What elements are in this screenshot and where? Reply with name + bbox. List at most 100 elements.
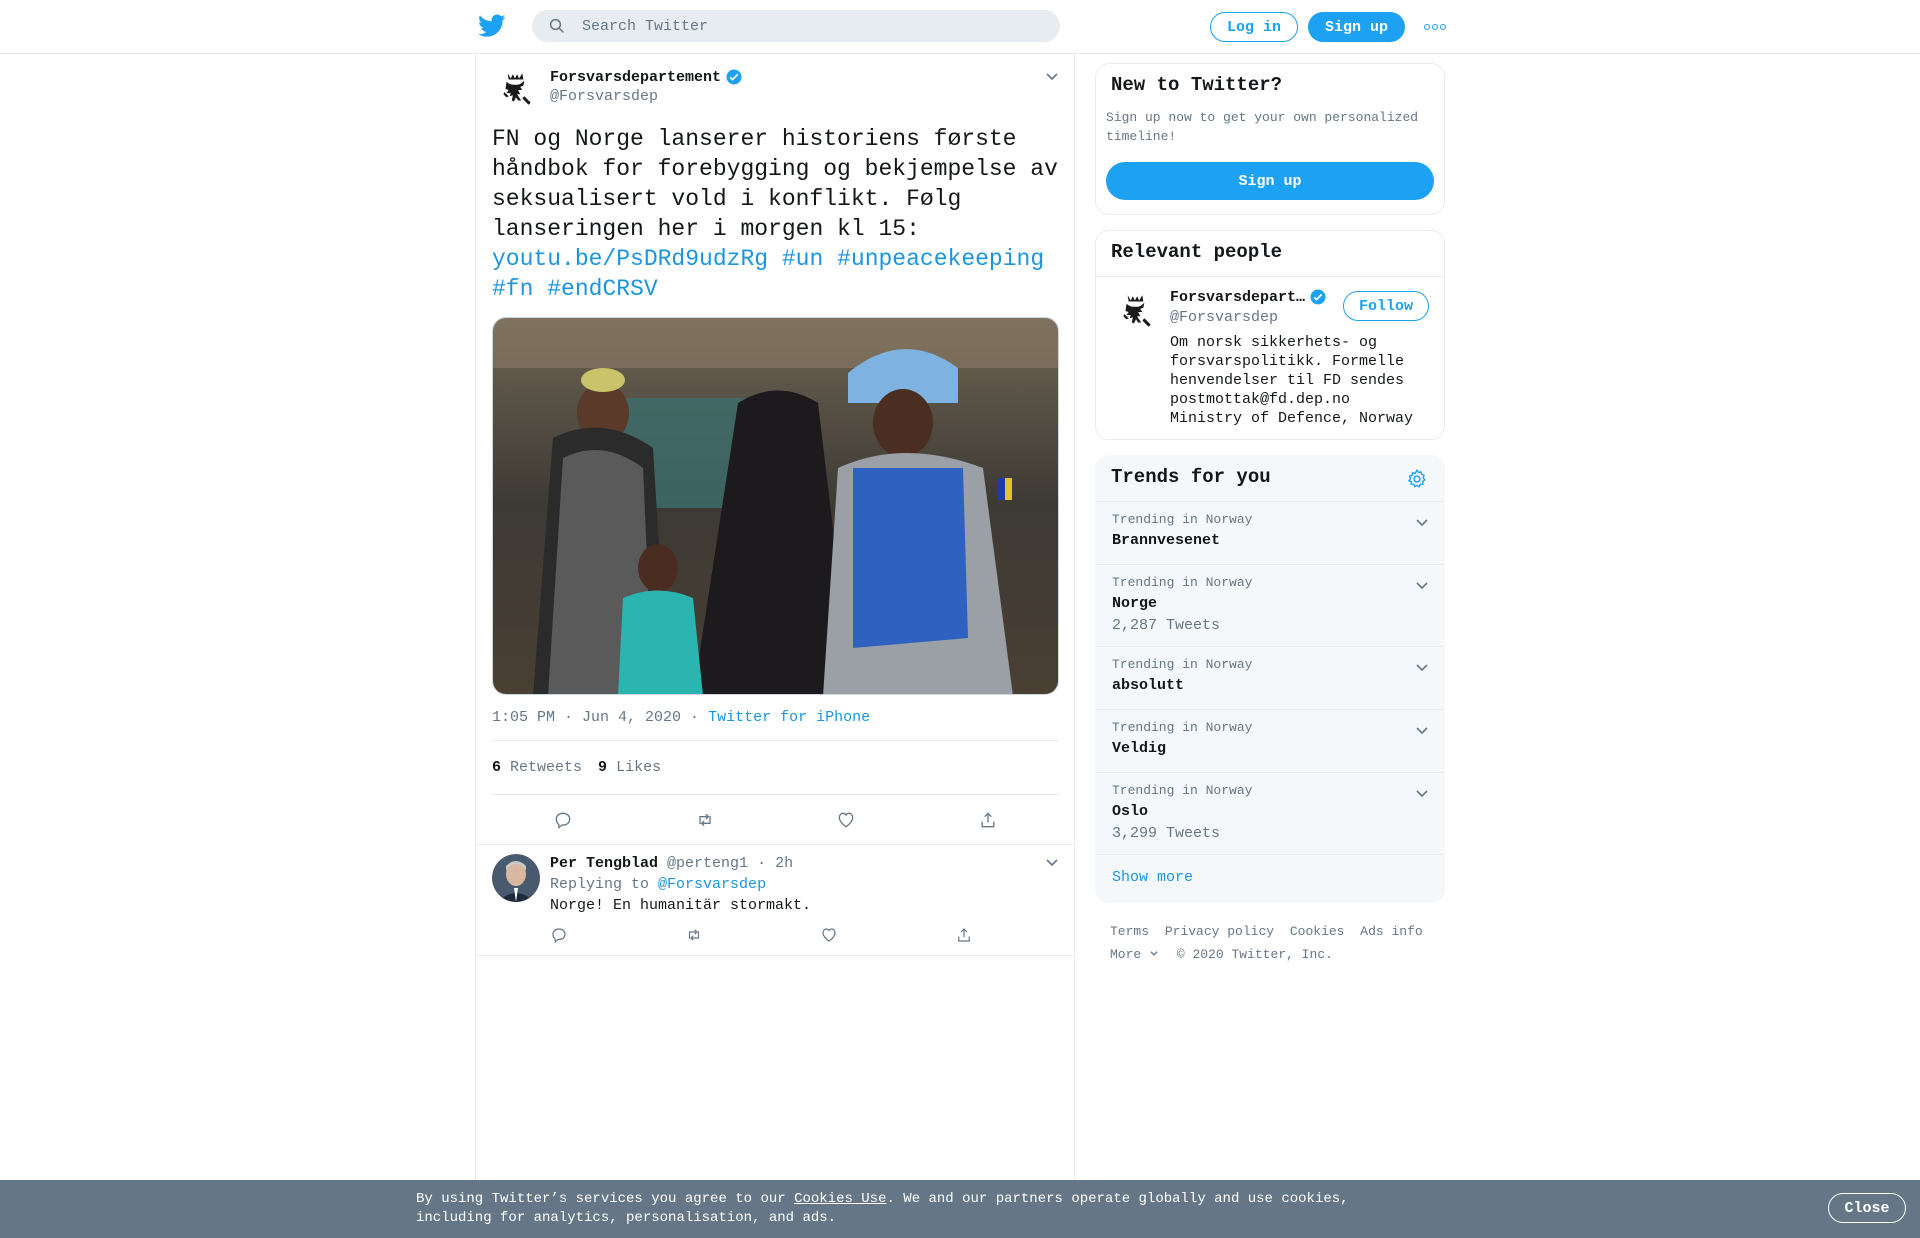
tweet-source-link[interactable]: Twitter for iPhone [708,709,870,726]
footer-link-privacy[interactable]: Privacy policy [1165,924,1274,939]
trend-context: Trending in Norway [1112,512,1253,527]
reply-icon [552,928,566,943]
trend-name: Brannvesenet [1112,532,1221,549]
reply-tweet[interactable]: Per Tengblad @perteng1 · 2h Replying to … [476,844,1074,956]
peacekeeper-photo-illustration [493,318,1058,694]
main-column: Forsvarsdepartement @Forsvarsdep FN og N… [475,54,1075,1184]
relevant-name-text: Forsvarsdepart… [1170,288,1306,306]
likes-label: Likes [616,759,662,776]
cookies-use-link[interactable]: Cookies Use [794,1191,886,1207]
footer-more-label: More [1110,947,1142,962]
trend-context: Trending in Norway [1112,575,1253,590]
retweets-stat[interactable]: 6 Retweets [492,759,582,776]
reply-icon [555,812,571,829]
login-button[interactable]: Log in [1210,12,1298,42]
author-name[interactable]: Forsvarsdepartement [550,68,743,86]
retweet-icon [688,929,700,941]
tweet-timestamp: 1:05 PM · Jun 4, 2020 · Twitter for iPho… [492,709,870,726]
gear-icon[interactable] [1406,468,1428,490]
reply-author-name[interactable]: Per Tengblad [550,855,658,872]
trend-count: 2,287 Tweets [1112,617,1221,634]
tweet-actions [492,810,1059,830]
search-box[interactable] [532,10,1060,42]
trend-item[interactable]: Trending in Norway Brannvesenet [1096,501,1444,564]
footer-link-cookies[interactable]: Cookies [1290,924,1345,939]
cookie-close-button[interactable]: Close [1828,1193,1906,1223]
replying-to-label: Replying to [550,876,650,893]
signup-button[interactable]: Sign up [1308,12,1405,42]
likes-count: 9 [598,759,608,776]
reply-button[interactable] [492,810,634,830]
more-icon[interactable] [1424,20,1446,34]
meta-separator: · [690,709,700,726]
cookie-text-pre: By using Twitter’s services you agree to… [416,1191,795,1207]
signup-card-button[interactable]: Sign up [1106,162,1434,200]
chevron-down-icon[interactable] [1414,659,1430,675]
relevant-person-name[interactable]: Forsvarsdepart… [1170,288,1327,306]
likes-stat[interactable]: 9 Likes [598,759,661,776]
share-button[interactable] [917,810,1059,830]
tweet-photo[interactable] [492,317,1059,695]
author-name-text: Forsvarsdepartement [550,68,722,86]
twitter-logo-icon[interactable] [478,13,506,39]
replying-to: Replying to @Forsvarsdep [550,876,766,893]
search-input[interactable] [582,17,1022,35]
footer-more-button[interactable]: More [1110,947,1167,962]
cookie-text: By using Twitter’s services you agree to… [416,1190,1416,1228]
trend-count: 3,299 Tweets [1112,825,1221,842]
reply-author-handle[interactable]: @perteng1 [667,855,748,872]
chevron-down-icon[interactable] [1414,785,1430,801]
reply-text: Norge! En humanitär stormakt. [550,897,812,914]
footer-link-ads-info[interactable]: Ads info [1360,924,1422,939]
trend-item[interactable]: Trending in Norway Oslo 3,299 Tweets [1096,772,1444,854]
reply-button[interactable] [550,926,685,944]
chevron-down-icon[interactable] [1414,577,1430,593]
reply-time[interactable]: · 2h [757,855,793,872]
chevron-down-icon[interactable] [1414,722,1430,738]
follow-button[interactable]: Follow [1343,291,1429,321]
like-button[interactable] [820,926,955,944]
hashtag-link[interactable]: #unpeacekeeping [837,246,1044,272]
trend-context: Trending in Norway [1112,783,1253,798]
trend-item[interactable]: Trending in Norway absolutt [1096,646,1444,709]
share-icon [958,928,970,942]
trend-item[interactable]: Trending in Norway Norge 2,287 Tweets [1096,564,1444,646]
avatar[interactable] [492,854,540,902]
retweet-button[interactable] [685,926,820,944]
search-icon [549,18,564,33]
like-button[interactable] [776,810,918,830]
divider [1096,276,1444,277]
reply-actions [550,926,1090,944]
footer-link-terms[interactable]: Terms [1110,924,1149,939]
chevron-down-icon[interactable] [1044,854,1060,870]
trend-context: Trending in Norway [1112,657,1253,672]
hashtag-link[interactable]: #un [782,246,823,272]
replying-to-link[interactable]: @Forsvarsdep [658,876,766,893]
trend-context: Trending in Norway [1112,720,1253,735]
trends-card: Trends for you Trending in Norway Brannv… [1095,455,1445,903]
avatar[interactable] [492,66,540,114]
user-portrait-icon [492,854,540,902]
tweet-stats: 6 Retweets 9 Likes [492,759,661,776]
share-button[interactable] [955,926,1055,944]
reply-header: Per Tengblad @perteng1 · 2h [550,855,793,872]
avatar[interactable] [1112,288,1160,336]
author-handle[interactable]: @Forsvarsdep [550,88,743,105]
show-more-link[interactable]: Show more [1096,854,1444,902]
chevron-down-icon[interactable] [1414,514,1430,530]
hashtag-link[interactable]: #fn [492,276,533,302]
tweet-text: FN og Norge lanserer historiens første h… [492,124,1062,304]
copyright: © 2020 Twitter, Inc. [1176,947,1333,962]
trend-name: absolutt [1112,677,1185,694]
tweet-time[interactable]: 1:05 PM · Jun 4, 2020 [492,709,681,726]
relevant-person-handle[interactable]: @Forsvarsdep [1170,309,1278,326]
tweet-link[interactable]: youtu.be/PsDRd9udzRg [492,246,768,272]
tweet-body: FN og Norge lanserer historiens første h… [492,126,1058,242]
verified-badge-icon [1310,289,1326,305]
share-icon [981,812,995,828]
heart-icon [822,928,836,942]
chevron-down-icon[interactable] [1044,68,1060,84]
hashtag-link[interactable]: #endCRSV [547,276,657,302]
retweet-button[interactable] [634,810,776,830]
trend-item[interactable]: Trending in Norway Veldig [1096,709,1444,772]
